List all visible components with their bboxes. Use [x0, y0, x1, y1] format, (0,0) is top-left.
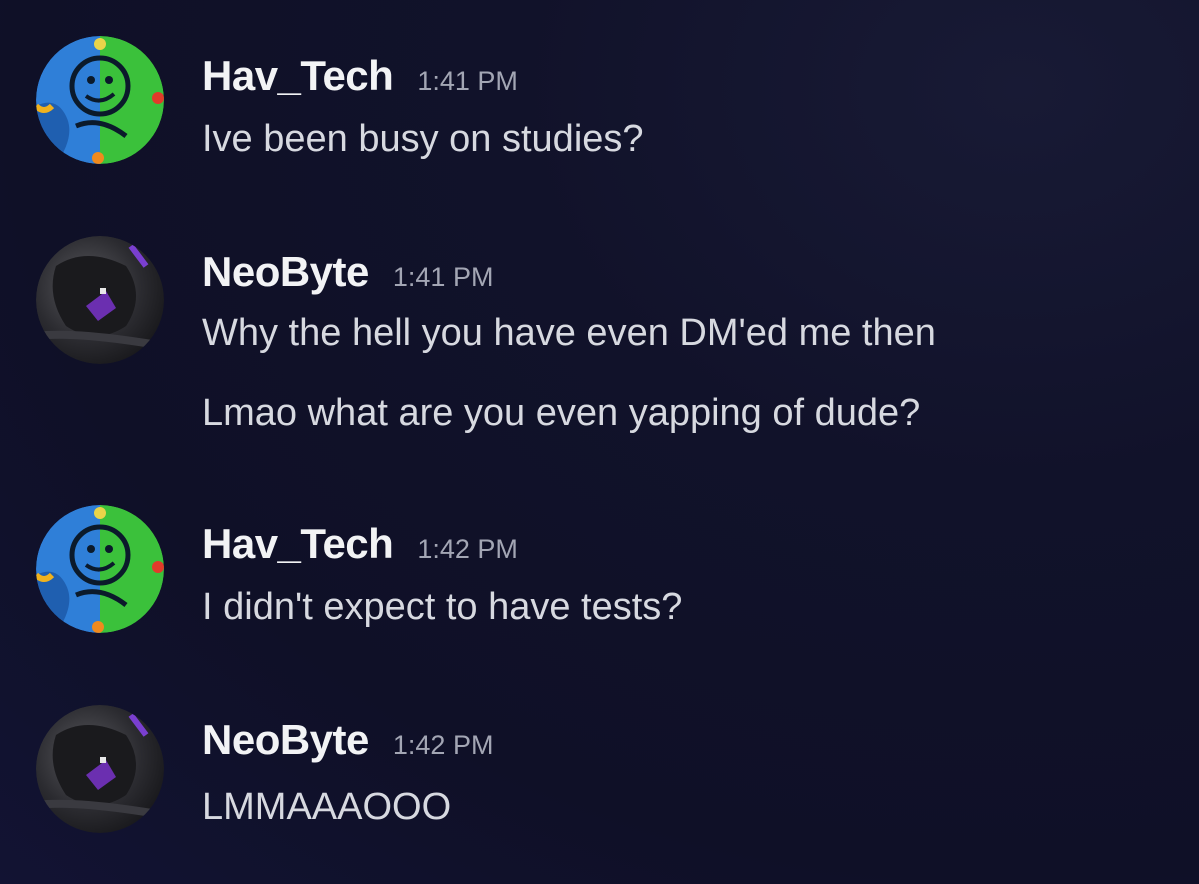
message-text: Ive been busy on studies? — [202, 118, 644, 160]
hav-tech-avatar-icon[interactable] — [36, 505, 164, 633]
message-header: Hav_Tech 1:41 PM — [202, 52, 518, 100]
timestamp: 1:42 PM — [417, 534, 518, 564]
timestamp: 1:41 PM — [392, 262, 494, 292]
message-text: LMMAAAOOO — [202, 786, 452, 828]
message-header: NeoByte 1:42 PM — [202, 716, 493, 764]
message-header: Hav_Tech 1:42 PM — [202, 520, 518, 568]
username[interactable]: NeoByte — [202, 248, 369, 296]
username[interactable]: Hav_Tech — [202, 520, 394, 568]
neobyte-avatar-icon[interactable] — [36, 705, 164, 833]
message-text: Why the hell you have even DM'ed me then — [202, 312, 936, 354]
hav-tech-avatar-icon[interactable] — [36, 36, 164, 164]
message-text: Lmao what are you even yapping of dude? — [202, 392, 921, 434]
timestamp: 1:41 PM — [417, 66, 518, 96]
timestamp: 1:42 PM — [392, 730, 494, 760]
message-text: I didn't expect to have tests? — [202, 586, 683, 628]
username[interactable]: NeoByte — [202, 716, 369, 764]
neobyte-avatar-icon[interactable] — [36, 236, 164, 364]
message-header: NeoByte 1:41 PM — [202, 248, 493, 296]
username[interactable]: Hav_Tech — [202, 52, 394, 100]
chat-message-list: Hav_Tech 1:41 PM Ive been busy on studie… — [0, 0, 1199, 884]
